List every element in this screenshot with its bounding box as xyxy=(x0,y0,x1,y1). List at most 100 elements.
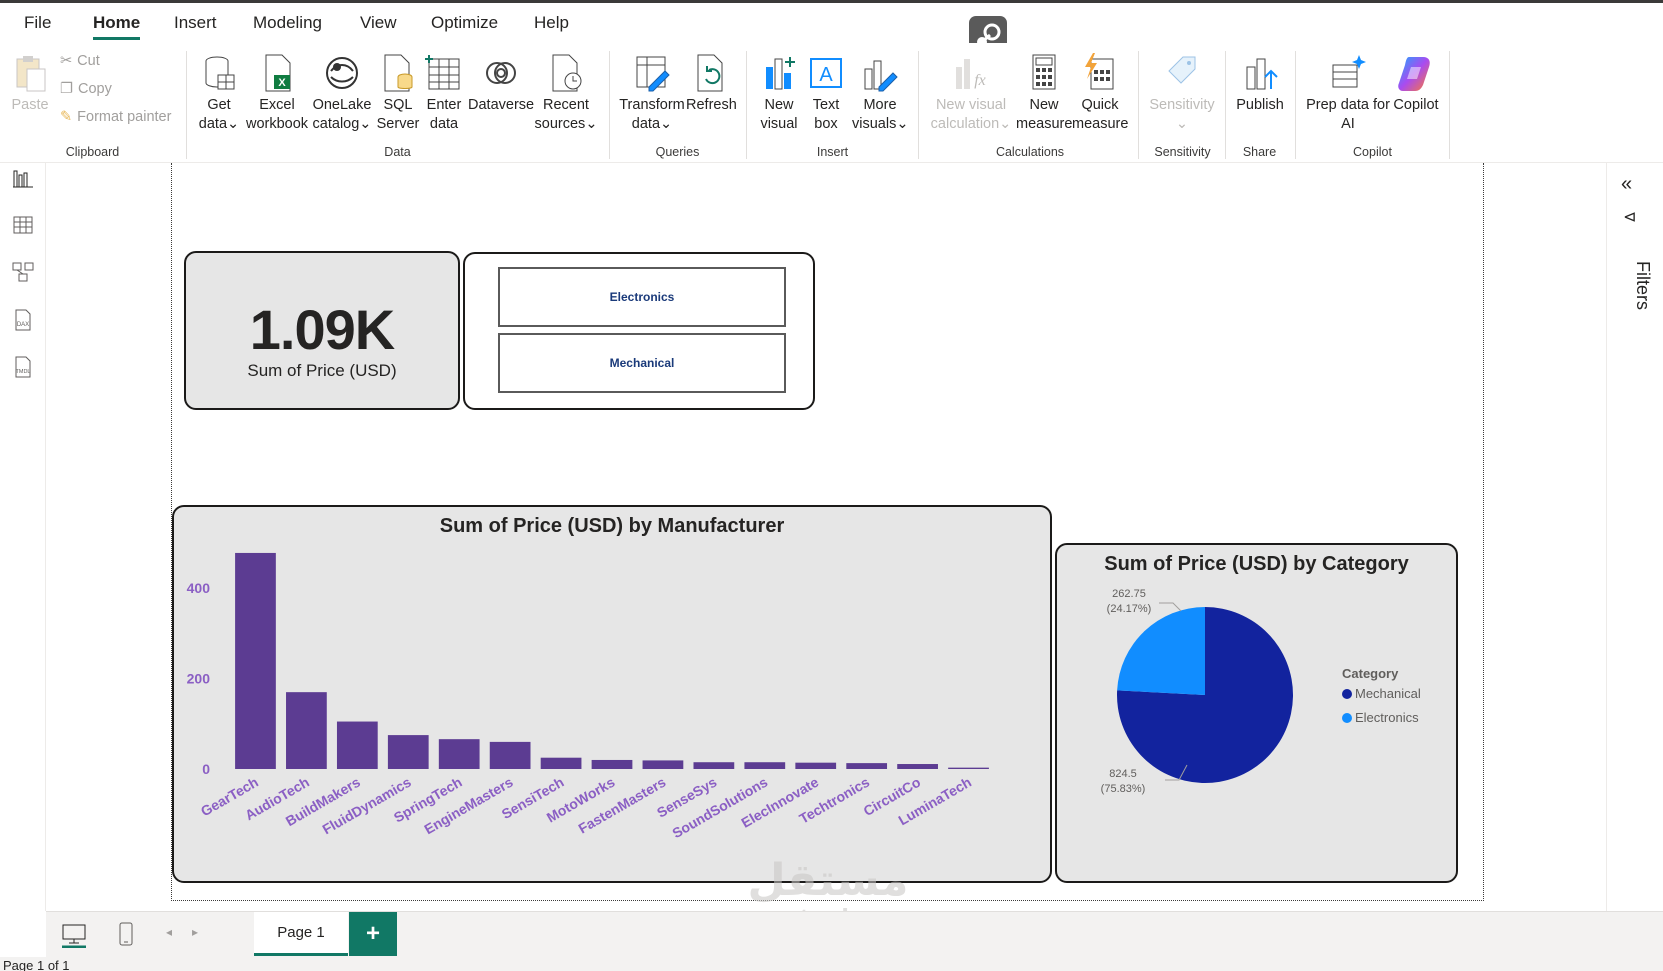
bar-sensesys[interactable] xyxy=(693,762,735,769)
bar-sensitech[interactable] xyxy=(540,757,582,769)
ribbon-divider xyxy=(609,51,610,159)
pie-data-label-value: 824.5 xyxy=(1109,768,1137,780)
add-page-button[interactable]: + xyxy=(349,912,397,956)
bar-motoworks[interactable] xyxy=(591,759,633,769)
ribbon: Paste ✂ Cut ❐ Copy ✎ Format painter Clipboa… xyxy=(0,43,1663,163)
dax-query-view-icon[interactable]: DAX xyxy=(11,308,35,332)
prep-data-icon xyxy=(1332,55,1366,88)
paste-button[interactable]: Paste xyxy=(8,53,52,115)
table-icon xyxy=(425,55,460,90)
copilot-icon xyxy=(1398,57,1430,91)
tab-modeling[interactable]: Modeling xyxy=(253,13,322,33)
pie-slice-electronics[interactable] xyxy=(1117,607,1205,695)
desktop-layout-icon[interactable] xyxy=(60,920,88,948)
model-view-icon[interactable] xyxy=(11,260,35,284)
group-label-copilot: Copilot xyxy=(1353,145,1392,159)
bar-geartech[interactable] xyxy=(235,552,276,769)
legend-item-mechanical[interactable]: Mechanical xyxy=(1355,686,1421,701)
sql-server-button[interactable]: SQL Server xyxy=(376,53,420,134)
tmdl-view-icon[interactable]: TMDL xyxy=(11,355,35,379)
bar-luminatech[interactable] xyxy=(948,767,989,769)
new-measure-button[interactable]: New measure xyxy=(1016,53,1072,134)
tab-insert[interactable]: Insert xyxy=(174,13,217,33)
text-box-button[interactable]: A Text box xyxy=(804,53,848,134)
recent-sources-button[interactable]: Recent sources⌄ xyxy=(534,53,598,134)
bar-techtronics[interactable] xyxy=(846,763,888,769)
slicer-item-electronics[interactable]: Electronics xyxy=(498,267,786,327)
pie-data-label-percent: (24.17%) xyxy=(1107,603,1152,615)
bar-fluiddynamics[interactable] xyxy=(387,735,429,769)
onelake-catalog-button[interactable]: OneLake catalog⌄ xyxy=(310,53,374,134)
pie-data-label-value: 262.75 xyxy=(1112,588,1146,600)
new-visual-button[interactable]: New visual xyxy=(754,53,804,134)
copy-button[interactable]: ❐ Copy xyxy=(60,81,112,97)
next-page-icon[interactable]: ▸ xyxy=(192,925,198,939)
transform-data-button[interactable]: Transform data⌄ xyxy=(618,53,686,134)
excel-workbook-button[interactable]: X Excel workbook xyxy=(244,53,310,134)
expand-pane-icon[interactable]: « xyxy=(1621,173,1632,196)
bar-springtech[interactable] xyxy=(438,739,480,769)
filter-icon: ⊲ xyxy=(1623,209,1637,226)
format-painter-button[interactable]: ✎ Format painter xyxy=(60,109,171,125)
ribbon-divider xyxy=(186,51,187,159)
bar-soundsolutions[interactable] xyxy=(744,762,786,769)
tab-file[interactable]: File xyxy=(24,13,51,33)
visual-calculation-icon: fx xyxy=(956,59,986,89)
mobile-layout-icon[interactable] xyxy=(116,920,136,948)
prev-page-icon[interactable]: ◂ xyxy=(166,925,172,939)
bar-buildmakers[interactable] xyxy=(336,721,378,769)
quick-measure-icon xyxy=(1085,53,1114,90)
svg-text:TMDL: TMDL xyxy=(16,369,31,375)
copilot-button[interactable]: Copilot xyxy=(1390,53,1442,115)
bar-elecinnovate[interactable] xyxy=(795,762,837,769)
tab-home[interactable]: Home xyxy=(93,13,141,40)
y-tick-label: 400 xyxy=(187,580,211,596)
more-visuals-button[interactable]: More visuals⌄ xyxy=(852,53,908,134)
refresh-button[interactable]: Refresh xyxy=(686,53,737,115)
tab-view[interactable]: View xyxy=(360,13,397,33)
bar-fastenmasters[interactable] xyxy=(642,760,684,769)
excel-icon: X xyxy=(265,54,291,92)
legend-item-electronics[interactable]: Electronics xyxy=(1355,710,1419,725)
bar-circuitco[interactable] xyxy=(897,764,938,769)
publish-icon xyxy=(1246,58,1278,90)
card-label: Sum of Price (USD) xyxy=(247,361,397,380)
report-view-icon[interactable] xyxy=(11,167,35,191)
onelake-icon xyxy=(326,57,358,89)
table-view-icon[interactable] xyxy=(11,213,35,237)
cut-button[interactable]: ✂ Cut xyxy=(60,53,100,69)
group-label-sensitivity: Sensitivity xyxy=(1154,145,1211,159)
filters-label[interactable]: Filters xyxy=(1632,261,1653,310)
bar-audiotech[interactable] xyxy=(286,692,327,769)
category-slicer[interactable]: Electronics Mechanical xyxy=(463,252,815,410)
slicer-item-mechanical[interactable]: Mechanical xyxy=(498,333,786,393)
enter-data-button[interactable]: Enter data xyxy=(422,53,466,134)
sensitivity-button[interactable]: Sensitivity ⌄ xyxy=(1146,53,1218,134)
quick-measure-button[interactable]: Quick measure xyxy=(1072,53,1128,134)
scissors-icon: ✂ xyxy=(60,53,73,69)
bar-chart-visual[interactable]: Sum of Price (USD) by Manufacturer 0 200 4… xyxy=(172,505,1052,883)
page-tab-page-1[interactable]: Page 1 xyxy=(254,912,348,956)
tab-help[interactable]: Help xyxy=(534,13,569,33)
ribbon-divider xyxy=(1449,51,1450,159)
prep-data-for-ai-button[interactable]: Prep data for AI xyxy=(1302,53,1394,134)
group-label-clipboard: Clipboard xyxy=(65,145,120,159)
publish-button[interactable]: Publish xyxy=(1232,53,1288,115)
new-visual-icon xyxy=(766,57,795,90)
ribbon-divider xyxy=(746,51,747,159)
group-label-data: Data xyxy=(384,145,411,159)
y-tick-label: 200 xyxy=(187,671,211,687)
bar-chart-plot: 0200400GearTechAudioTechBuildMakersFluid… xyxy=(187,552,989,841)
new-visual-calculation-button[interactable]: fx New visual calculation⌄ xyxy=(926,53,1016,134)
calculator-icon xyxy=(1032,54,1056,90)
svg-text:A: A xyxy=(819,64,833,86)
pie-chart-visual[interactable]: Sum of Price (USD) by Category 824.5 (75.… xyxy=(1055,543,1458,883)
paste-icon xyxy=(16,56,46,92)
card-value: 1.09K xyxy=(249,298,395,361)
bar-enginemasters[interactable] xyxy=(489,741,531,769)
dataverse-button[interactable]: Dataverse xyxy=(468,53,534,115)
tab-optimize[interactable]: Optimize xyxy=(431,13,498,33)
get-data-button[interactable]: Get data⌄ xyxy=(194,53,244,134)
ribbon-divider xyxy=(918,51,919,159)
kpi-card[interactable]: 1.09K Sum of Price (USD) xyxy=(184,251,460,410)
